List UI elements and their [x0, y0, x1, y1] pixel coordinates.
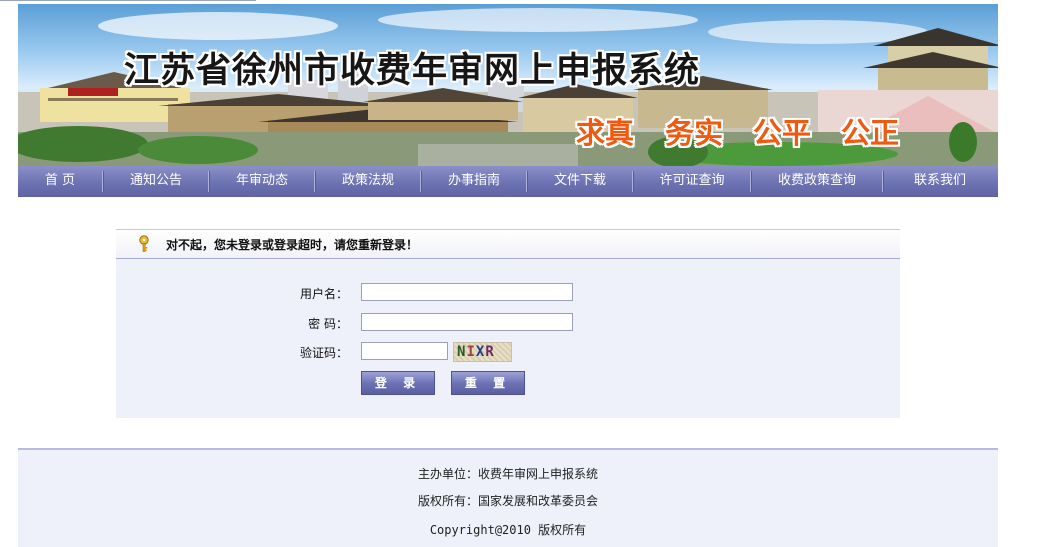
site-footer: 主办单位：收费年审网上申报系统 版权所有：国家发展和改革委员会 Copyrigh… [18, 448, 998, 547]
username-label: 用户名： [299, 287, 348, 301]
slogan-4: 公正 [841, 116, 900, 150]
key-icon [139, 235, 149, 252]
nav-guide[interactable]: 办事指南 [422, 166, 526, 197]
nav-fee-policy-query[interactable]: 收费政策查询 [752, 166, 882, 197]
main-nav: 首 页 通知公告 年审动态 政策法规 办事指南 文件下载 许可证查询 收费政策查… [18, 166, 998, 197]
captcha-image[interactable]: NIXR [453, 342, 512, 362]
nav-home[interactable]: 首 页 [18, 166, 102, 197]
nav-annual-review-news[interactable]: 年审动态 [210, 166, 314, 197]
password-label: 密 码： [308, 317, 348, 331]
window-top-line [0, 0, 256, 1]
username-input[interactable] [361, 283, 573, 301]
site-banner: 江苏省徐州市收费年审网上申报系统 求真 务实 公平 公正 [18, 4, 998, 166]
captcha-char: R [485, 344, 495, 360]
slogan-3: 公平 [753, 116, 812, 150]
footer-copyright-owner: 版权所有：国家发展和改革委员会 [417, 494, 598, 508]
captcha-label: 验证码： [299, 346, 348, 360]
site-title: 江苏省徐州市收费年审网上申报系统 [124, 51, 701, 91]
footer-copyright: Copyright@2010 版权所有 [429, 523, 587, 537]
login-panel-header: 对不起，您未登录或登录超时，请您重新登录！ [116, 229, 900, 259]
login-panel: 对不起，您未登录或登录超时，请您重新登录！ 用户名： 密 码： 验证码： NIX… [116, 229, 900, 418]
slogan-2: 务实 [665, 116, 724, 150]
session-timeout-message: 对不起，您未登录或登录超时，请您重新登录！ [166, 238, 419, 252]
nav-policies[interactable]: 政策法规 [316, 166, 420, 197]
nav-downloads[interactable]: 文件下载 [528, 166, 632, 197]
captcha-char: I [466, 344, 476, 360]
password-input[interactable] [361, 313, 573, 331]
login-button[interactable]: 登 录 [361, 371, 435, 395]
nav-notices[interactable]: 通知公告 [104, 166, 208, 197]
footer-sponsor: 主办单位：收费年审网上申报系统 [417, 467, 598, 481]
password-row: 密 码： [116, 313, 900, 333]
captcha-row: 验证码： NIXR [116, 342, 900, 362]
nav-license-query[interactable]: 许可证查询 [634, 166, 750, 197]
slogan-1: 求真 [576, 116, 635, 150]
reset-button[interactable]: 重 置 [451, 371, 525, 395]
nav-contact[interactable]: 联系我们 [884, 166, 996, 197]
captcha-input[interactable] [361, 342, 448, 360]
captcha-char: X [475, 344, 486, 360]
username-row: 用户名： [116, 283, 900, 303]
